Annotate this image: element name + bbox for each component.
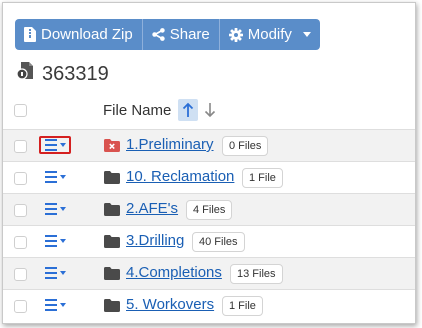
file-count-badge: 40 Files (192, 232, 245, 252)
modify-dropdown-button[interactable]: Modify (219, 19, 320, 50)
row-actions-menu-button[interactable] (39, 232, 71, 250)
folder-name-link[interactable]: 4.Completions (126, 264, 222, 281)
folder-icon (104, 299, 120, 317)
row-checkbox[interactable] (14, 236, 27, 249)
table-row: 3.Drilling 40 Files (3, 225, 415, 257)
row-checkbox[interactable] (14, 204, 27, 217)
gear-icon (228, 27, 243, 42)
table-row: 10. Reclamation 1 File (3, 161, 415, 193)
page-title: 363319 (16, 61, 109, 87)
select-all-checkbox[interactable] (14, 104, 27, 117)
file-count-badge: 1 File (242, 168, 283, 188)
download-zip-label: Download Zip (41, 26, 133, 43)
chevron-down-icon (59, 303, 66, 307)
sort-descending-icon[interactable] (204, 102, 216, 118)
page-title-text: 363319 (42, 62, 109, 85)
hamburger-icon (44, 267, 57, 279)
well-file-icon (16, 61, 36, 87)
table-row: 5. Workovers 1 File (3, 289, 415, 321)
hamburger-icon (44, 171, 57, 183)
column-header-label: File Name (103, 101, 172, 119)
chevron-down-icon (59, 175, 66, 179)
chevron-down-icon (59, 207, 66, 211)
file-browser-panel: Download Zip Share Modify 363319 File Na… (2, 2, 416, 324)
row-checkbox[interactable] (14, 140, 27, 153)
row-actions-menu-button[interactable] (39, 264, 71, 282)
file-list: 1.Preliminary 0 Files 10. Reclamation 1 … (3, 129, 415, 321)
file-count-badge: 1 File (222, 296, 263, 316)
row-actions-menu-button[interactable] (39, 200, 71, 218)
folder-icon (104, 267, 120, 285)
share-button[interactable]: Share (142, 19, 220, 50)
table-header: File Name (3, 93, 415, 129)
row-actions-menu-button[interactable] (39, 136, 71, 154)
folder-name-link[interactable]: 2.AFE's (126, 200, 178, 217)
table-row: 4.Completions 13 Files (3, 257, 415, 289)
folder-name-link[interactable]: 5. Workovers (126, 296, 214, 313)
folder-icon (104, 235, 120, 253)
folder-name-link[interactable]: 10. Reclamation (126, 168, 234, 185)
folder-icon (104, 203, 120, 221)
row-checkbox[interactable] (14, 172, 27, 185)
folder-icon (104, 171, 120, 189)
row-actions-menu-button[interactable] (39, 168, 71, 186)
toolbar: Download Zip Share Modify (15, 19, 320, 50)
file-count-badge: 4 Files (186, 200, 233, 220)
share-icon (152, 28, 165, 41)
download-zip-button[interactable]: Download Zip (15, 19, 143, 50)
file-count-badge: 13 Files (230, 264, 283, 284)
file-name-column-header[interactable]: File Name (103, 99, 216, 121)
chevron-down-icon (59, 239, 66, 243)
hamburger-icon (44, 235, 57, 247)
row-checkbox[interactable] (14, 300, 27, 313)
row-checkbox[interactable] (14, 268, 27, 281)
folder-name-link[interactable]: 3.Drilling (126, 232, 184, 249)
chevron-down-icon (59, 143, 66, 147)
table-row: 1.Preliminary 0 Files (3, 129, 415, 161)
share-label: Share (169, 26, 210, 43)
hamburger-icon (44, 299, 57, 311)
row-actions-menu-button[interactable] (39, 296, 71, 314)
chevron-down-icon (59, 271, 66, 275)
table-row: 2.AFE's 4 Files (3, 193, 415, 225)
hamburger-icon (44, 203, 57, 215)
folder-x-icon (104, 139, 120, 157)
folder-name-link[interactable]: 1.Preliminary (126, 136, 214, 153)
hamburger-icon (44, 139, 57, 151)
sort-ascending-icon[interactable] (178, 99, 199, 121)
zip-file-icon (24, 27, 36, 42)
chevron-down-icon (302, 32, 311, 37)
file-count-badge: 0 Files (222, 136, 269, 156)
modify-label: Modify (247, 26, 292, 43)
